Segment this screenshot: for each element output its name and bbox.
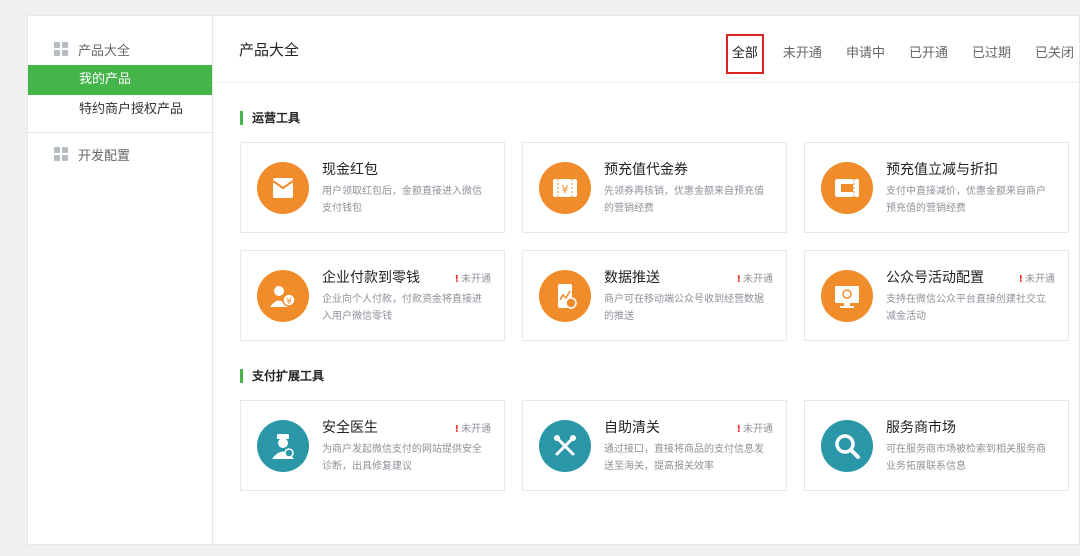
- product-card-prepaid-discount[interactable]: 预充值立减与折扣 支付中直接减价，优惠金额来自商户预充值的营销经费: [804, 142, 1069, 233]
- product-desc: 先领券再核销，优惠金额来自预充值的营销经费: [604, 186, 764, 214]
- search-icon: [821, 420, 873, 472]
- status-badge: ! 未开通: [454, 420, 491, 435]
- cards-operations: 现金红包 用户领取红包后，金额直接进入微信支付钱包 ¥ 预充值代金券 先领券再核…: [240, 142, 1079, 341]
- tab-expired[interactable]: 已过期: [967, 36, 1016, 72]
- status-text: 未开通: [1025, 274, 1055, 285]
- product-name: 预充值立减与折扣: [886, 162, 998, 178]
- product-desc: 支付中直接减价，优惠金额来自商户预充值的营销经费: [886, 186, 1046, 214]
- activity-config-icon: [821, 270, 873, 322]
- product-card-customs[interactable]: 自助清关 通过接口，直接将商品的支付信息发送至海关，提高报关效率 ! 未开通: [522, 400, 787, 491]
- discount-icon: [821, 162, 873, 214]
- product-card-enterprise-pay[interactable]: ¥ 企业付款到零钱 企业向个人付款，付款资金将直接进入用户微信零钱 ! 未开通: [240, 250, 505, 341]
- red-packet-icon: [257, 162, 309, 214]
- status-badge: ! 未开通: [454, 270, 491, 285]
- product-desc: 用户领取红包后，金额直接进入微信支付钱包: [322, 186, 482, 214]
- section-title-payment-extension: 支付扩展工具: [240, 367, 1079, 384]
- product-name: 服务商市场: [886, 420, 956, 436]
- product-name: 自助清关: [604, 420, 660, 436]
- enterprise-pay-icon: ¥: [257, 270, 309, 322]
- main-content: 产品大全 全部 未开通 申请中 已开通 已过期 已关闭 运营工具 现金红包 用户…: [213, 16, 1079, 544]
- tab-closed[interactable]: 已关闭: [1030, 36, 1079, 72]
- page-title: 产品大全: [239, 40, 300, 59]
- svg-text:¥: ¥: [562, 183, 569, 196]
- product-card-activity-config[interactable]: 公众号活动配置 支持在微信公众平台直接创建社交立减金活动 ! 未开通: [804, 250, 1069, 341]
- customs-icon: [539, 420, 591, 472]
- status-text: 未开通: [461, 274, 491, 285]
- svg-text:¥: ¥: [286, 297, 292, 307]
- sidebar-group-dev-config[interactable]: 开发配置: [28, 138, 212, 170]
- status-badge: ! 未开通: [736, 270, 773, 285]
- warning-icon: !: [736, 274, 741, 285]
- warning-icon: !: [1018, 274, 1023, 285]
- product-desc: 通过接口，直接将商品的支付信息发送至海关，提高报关效率: [604, 444, 764, 472]
- product-name: 安全医生: [322, 420, 378, 436]
- data-push-icon: [539, 270, 591, 322]
- product-name: 现金红包: [322, 162, 378, 178]
- security-doctor-icon: [257, 420, 309, 472]
- grid-icon: [54, 147, 68, 161]
- product-card-service-market[interactable]: 服务商市场 可在服务商市场被检索到相关服务商业务拓展联系信息: [804, 400, 1069, 491]
- sidebar-group-products[interactable]: 产品大全: [28, 33, 212, 65]
- sidebar: 产品大全 我的产品 特约商户授权产品 开发配置: [28, 16, 213, 544]
- product-name: 公众号活动配置: [886, 270, 984, 286]
- product-desc: 企业向个人付款，付款资金将直接进入用户微信零钱: [322, 294, 482, 322]
- sidebar-group-label: 产品大全: [78, 43, 131, 59]
- section-title-operations: 运营工具: [240, 109, 1079, 126]
- status-badge: ! 未开通: [1018, 270, 1055, 285]
- grid-icon: [54, 42, 68, 56]
- product-desc: 商户可在移动端公众号收到经营数据的推送: [604, 294, 764, 322]
- product-card-data-push[interactable]: 数据推送 商户可在移动端公众号收到经营数据的推送 ! 未开通: [522, 250, 787, 341]
- section-title-text: 支付扩展工具: [252, 369, 325, 383]
- warning-icon: !: [454, 274, 459, 285]
- product-desc: 支持在微信公众平台直接创建社交立减金活动: [886, 294, 1046, 322]
- product-name: 数据推送: [604, 270, 660, 286]
- cards-payment-extension: 安全医生 为商户发起微信支付的网站提供安全诊断，出具修复建议 ! 未开通 自助清关…: [240, 400, 1079, 491]
- tab-not-opened[interactable]: 未开通: [778, 36, 827, 72]
- status-badge: ! 未开通: [736, 420, 773, 435]
- filter-tabs: 全部 未开通 申请中 已开通 已过期 已关闭: [712, 34, 1079, 74]
- sidebar-item-my-products[interactable]: 我的产品: [28, 65, 212, 95]
- product-desc: 为商户发起微信支付的网站提供安全诊断，出具修复建议: [322, 444, 482, 472]
- tab-opened[interactable]: 已开通: [904, 36, 953, 72]
- sidebar-divider: [28, 132, 212, 133]
- warning-icon: !: [736, 424, 741, 435]
- sidebar-item-authorized-products[interactable]: 特约商户授权产品: [28, 95, 212, 125]
- tab-applying[interactable]: 申请中: [841, 36, 890, 72]
- status-text: 未开通: [461, 424, 491, 435]
- product-name: 预充值代金券: [604, 162, 688, 178]
- section-accent-bar: [240, 110, 243, 125]
- section-accent-bar: [240, 368, 243, 383]
- product-card-security-doctor[interactable]: 安全医生 为商户发起微信支付的网站提供安全诊断，出具修复建议 ! 未开通: [240, 400, 505, 491]
- product-desc: 可在服务商市场被检索到相关服务商业务拓展联系信息: [886, 444, 1046, 472]
- product-card-prepaid-voucher[interactable]: ¥ 预充值代金券 先领券再核销，优惠金额来自预充值的营销经费: [522, 142, 787, 233]
- section-title-text: 运营工具: [252, 111, 301, 125]
- product-card-cash-red-packet[interactable]: 现金红包 用户领取红包后，金额直接进入微信支付钱包: [240, 142, 505, 233]
- voucher-icon: ¥: [539, 162, 591, 214]
- product-name: 企业付款到零钱: [322, 270, 420, 286]
- status-text: 未开通: [743, 424, 773, 435]
- app-frame: 产品大全 我的产品 特约商户授权产品 开发配置 产品大全 全部 未开通 申请中 …: [27, 15, 1080, 545]
- tab-all[interactable]: 全部: [725, 34, 764, 74]
- sidebar-group-label: 开发配置: [78, 148, 131, 164]
- topbar: 产品大全 全部 未开通 申请中 已开通 已过期 已关闭: [213, 16, 1079, 83]
- status-text: 未开通: [743, 274, 773, 285]
- warning-icon: !: [454, 424, 459, 435]
